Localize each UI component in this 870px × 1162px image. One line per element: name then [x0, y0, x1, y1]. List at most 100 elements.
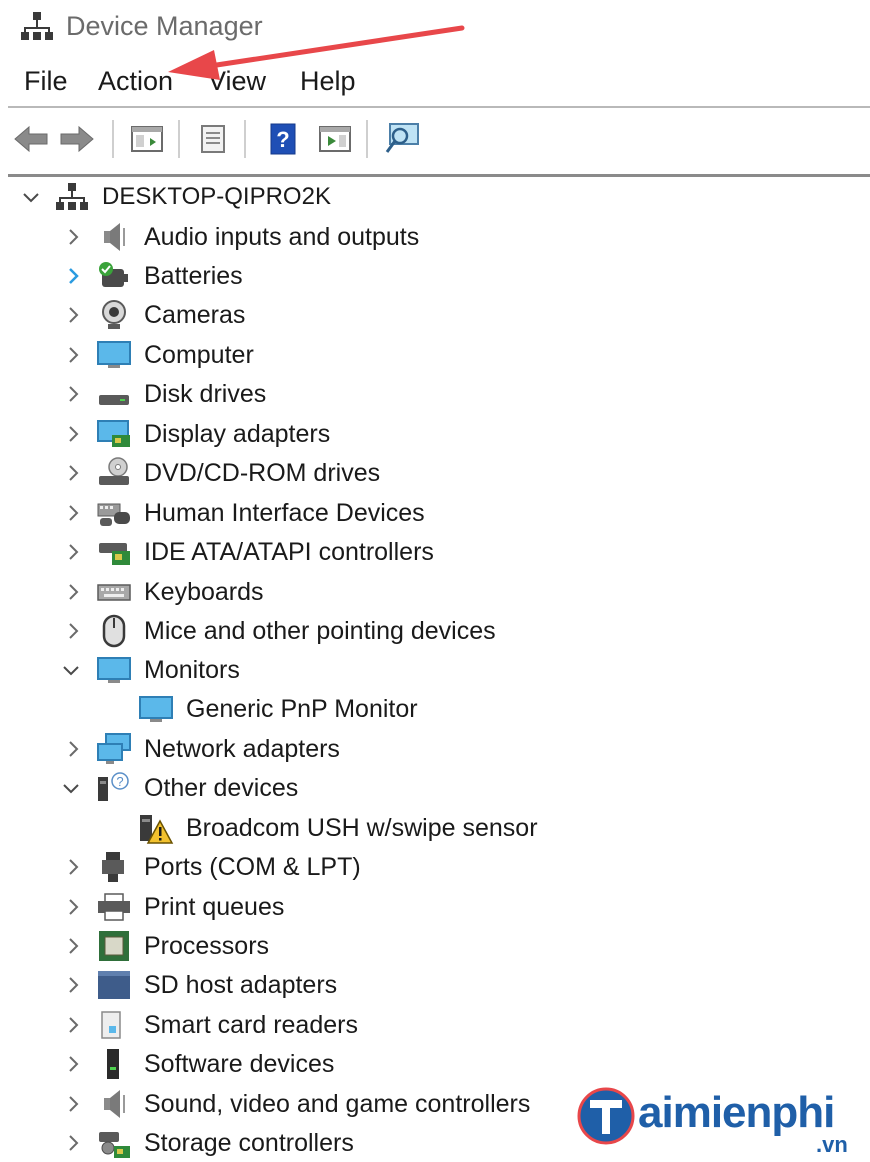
tree-item-label: Sound, video and game controllers — [144, 1090, 531, 1118]
tree-item-broadcom-ush[interactable]: Broadcom USH w/swipe sensor — [0, 809, 870, 847]
tree-item-generic-pnp-monitor[interactable]: Generic PnP Monitor — [0, 690, 870, 728]
tree-item-hid[interactable]: Human Interface Devices — [0, 494, 870, 532]
toolbar-divider — [8, 174, 870, 177]
disk-drive-icon — [99, 395, 129, 405]
tree-item-label: Software devices — [144, 1050, 335, 1078]
tree-item-label: Print queues — [144, 893, 285, 921]
tree-item-disk-drives[interactable]: Disk drives — [0, 375, 870, 413]
tree-item-sd-host-adapters[interactable]: SD host adapters — [0, 966, 870, 1004]
ide-controller-icon — [99, 543, 130, 565]
storage-controller-icon — [99, 1132, 130, 1158]
forward-button[interactable] — [56, 118, 98, 160]
help-button[interactable]: ? — [262, 118, 304, 160]
tree-item-label: Audio inputs and outputs — [144, 223, 420, 251]
display-adapter-icon — [97, 420, 130, 447]
svg-text:?: ? — [276, 127, 289, 152]
toolbar-separator — [112, 120, 114, 158]
tree-item-label: Network adapters — [144, 735, 340, 763]
monitor-icon — [139, 696, 173, 722]
chevron-down-icon[interactable] — [60, 777, 82, 799]
chevron-right-icon[interactable] — [62, 502, 84, 524]
mouse-icon — [102, 614, 126, 648]
tree-item-other-devices[interactable]: ? Other devices — [0, 769, 870, 807]
chevron-right-icon[interactable] — [62, 856, 84, 878]
tree-item-label: Processors — [144, 932, 270, 960]
network-adapter-icon — [97, 733, 131, 764]
tree-item-label: Monitors — [144, 656, 240, 684]
tree-item-ide-controllers[interactable]: IDE ATA/ATAPI controllers — [0, 533, 870, 571]
back-button[interactable] — [10, 118, 52, 160]
tree-item-label: Storage controllers — [144, 1129, 354, 1157]
tree-item-label: Human Interface Devices — [144, 499, 425, 527]
menu-file[interactable]: File — [24, 66, 68, 97]
sd-adapter-icon — [98, 971, 130, 999]
tree-item-batteries[interactable]: Batteries — [0, 257, 870, 295]
device-manager-icon — [21, 12, 53, 40]
tree-item-label: Broadcom USH w/swipe sensor — [186, 814, 538, 842]
chevron-right-icon[interactable] — [62, 1093, 84, 1115]
tree-item-ports[interactable]: Ports (COM & LPT) — [0, 848, 870, 886]
computer-icon — [97, 341, 131, 368]
tree-item-computer[interactable]: Computer — [0, 336, 870, 374]
tree-item-software-devices[interactable]: Software devices — [0, 1045, 870, 1083]
tree-item-label: Display adapters — [144, 420, 331, 448]
tree-item-processors[interactable]: Processors — [0, 927, 870, 965]
properties-button[interactable] — [192, 118, 234, 160]
tree-item-label: Computer — [144, 341, 254, 369]
tree-root[interactable]: DESKTOP-QIPRO2K — [0, 178, 870, 216]
monitor-icon — [97, 657, 131, 683]
software-device-icon — [107, 1049, 119, 1079]
menu-divider — [8, 106, 870, 108]
chevron-right-icon[interactable] — [62, 974, 84, 996]
chevron-down-icon[interactable] — [20, 186, 42, 208]
chevron-right-icon[interactable] — [62, 620, 84, 642]
chevron-right-icon[interactable] — [62, 226, 84, 248]
processor-icon — [99, 931, 129, 961]
unknown-device-icon: ? — [98, 772, 129, 801]
chevron-right-icon[interactable] — [62, 462, 84, 484]
run-button[interactable] — [314, 118, 356, 160]
chevron-right-icon[interactable] — [62, 541, 84, 563]
scan-hardware-button[interactable] — [382, 118, 424, 160]
toolbar-separator — [366, 120, 368, 158]
brand-t-icon — [577, 1087, 635, 1145]
chevron-right-icon[interactable] — [62, 344, 84, 366]
watermark-suffix: .vn — [816, 1132, 848, 1157]
tree-item-label: SD host adapters — [144, 971, 338, 999]
tree-item-audio[interactable]: Audio inputs and outputs — [0, 218, 870, 256]
watermark-logo: aimienphi .vn — [576, 1086, 866, 1157]
tree-item-mice[interactable]: Mice and other pointing devices — [0, 612, 870, 650]
title-bar: Device Manager — [0, 0, 870, 56]
dvd-drive-icon — [99, 457, 129, 485]
chevron-right-icon[interactable] — [62, 935, 84, 957]
tree-item-monitors[interactable]: Monitors — [0, 651, 870, 689]
show-hide-console-tree-button[interactable] — [126, 118, 168, 160]
chevron-right-icon[interactable] — [62, 423, 84, 445]
properties-icon — [201, 125, 225, 153]
chevron-right-icon[interactable] — [62, 383, 84, 405]
chevron-right-icon[interactable] — [62, 738, 84, 760]
tree-item-smart-card-readers[interactable]: Smart card readers — [0, 1006, 870, 1044]
tree-item-cameras[interactable]: Cameras — [0, 296, 870, 334]
chevron-right-icon[interactable] — [62, 1014, 84, 1036]
chevron-right-icon[interactable] — [62, 304, 84, 326]
show-hide-console-tree-icon — [131, 126, 163, 152]
tree-item-print-queues[interactable]: Print queues — [0, 888, 870, 926]
chevron-right-icon[interactable] — [62, 1053, 84, 1075]
printer-icon — [98, 893, 130, 921]
tree-item-network-adapters[interactable]: Network adapters — [0, 730, 870, 768]
menu-action[interactable]: Action — [98, 66, 173, 97]
menu-help[interactable]: Help — [300, 66, 356, 97]
chevron-right-icon[interactable] — [62, 581, 84, 603]
scan-hardware-icon — [385, 123, 419, 153]
tree-item-dvd-drives[interactable]: DVD/CD-ROM drives — [0, 454, 870, 492]
chevron-right-icon[interactable] — [62, 896, 84, 918]
tree-item-display-adapters[interactable]: Display adapters — [0, 415, 870, 453]
tree-item-keyboards[interactable]: Keyboards — [0, 573, 870, 611]
chevron-down-icon[interactable] — [60, 659, 82, 681]
chevron-right-icon[interactable] — [62, 1132, 84, 1154]
menu-view[interactable]: View — [208, 66, 266, 97]
help-icon: ? — [270, 123, 296, 155]
watermark-brand: aimienphi — [638, 1088, 835, 1137]
chevron-right-icon[interactable] — [62, 265, 84, 287]
